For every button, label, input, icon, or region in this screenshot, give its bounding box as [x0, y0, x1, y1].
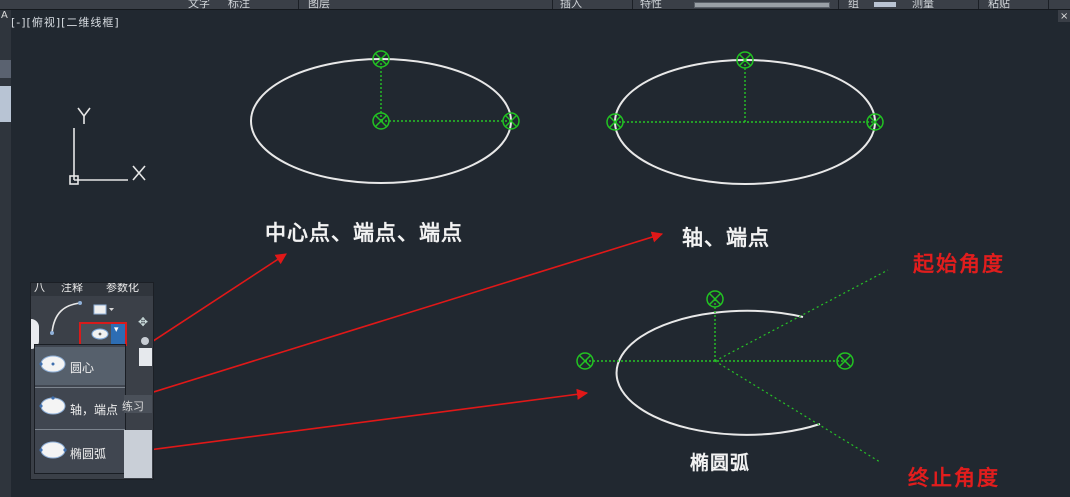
practice-label: 练习 — [122, 400, 144, 413]
ribbon-tab[interactable]: 注释 — [61, 283, 83, 295]
menu-item-ellipse-axis[interactable]: 轴，端点 — [35, 389, 125, 427]
ellipse-tool-button[interactable]: ▾ — [79, 322, 127, 346]
caption-elliptical-arc: 椭圆弧 — [690, 452, 751, 474]
ellipse-axis-example — [614, 59, 876, 185]
menu-item-elliptical-arc[interactable]: 椭圆弧 — [35, 433, 125, 471]
arrow-to-axis-caption — [114, 231, 664, 405]
tool-icon[interactable] — [141, 337, 149, 345]
caption-axis-method: 轴、端点 — [682, 225, 770, 250]
move-icon[interactable]: ✥ — [138, 315, 148, 329]
rectangle-tool-icon[interactable] — [91, 303, 115, 317]
caption-end-angle: 终止角度 — [908, 465, 1000, 490]
ellipse-axis-icon — [39, 396, 66, 415]
ellipse-options-menu: 圆心 轴，端点 椭圆弧 — [34, 344, 126, 474]
ellipse-tool-icon — [91, 328, 109, 340]
ribbon-tab[interactable]: 参数化 — [106, 283, 139, 295]
callout-arrows — [114, 231, 664, 455]
menu-item-label: 轴，端点 — [70, 403, 119, 417]
menu-item-label: 椭圆弧 — [70, 447, 107, 461]
ribbon-tab-row: 八 注释 参数化 — [31, 283, 153, 296]
draw-tools-row: ▾ ✥ — [31, 297, 153, 349]
elliptical-arc-icon — [39, 441, 67, 459]
elliptical-arc-example — [585, 269, 889, 463]
menu-item-ellipse-center[interactable]: 圆心 — [35, 347, 125, 385]
background-panel — [124, 430, 152, 478]
arrow-to-arc-example — [117, 388, 589, 455]
chevron-down-icon: ▾ — [114, 325, 119, 335]
snap-marker — [836, 352, 854, 370]
background-panel-icon — [139, 348, 152, 366]
snap-markers — [372, 50, 884, 370]
menu-divider — [35, 429, 125, 430]
ribbon-tab[interactable]: 八 — [34, 283, 45, 295]
ucs-icon — [69, 107, 146, 185]
drawing-canvas[interactable] — [0, 0, 1070, 497]
menu-divider — [35, 387, 125, 388]
menu-item-label: 圆心 — [70, 361, 95, 375]
ellipse-dropdown-toggle[interactable]: ▾ — [111, 324, 125, 344]
ellipse-center-icon — [39, 355, 66, 373]
caption-start-angle: 起始角度 — [913, 251, 1005, 276]
caption-center-method: 中心点、端点、端点 — [265, 220, 463, 245]
